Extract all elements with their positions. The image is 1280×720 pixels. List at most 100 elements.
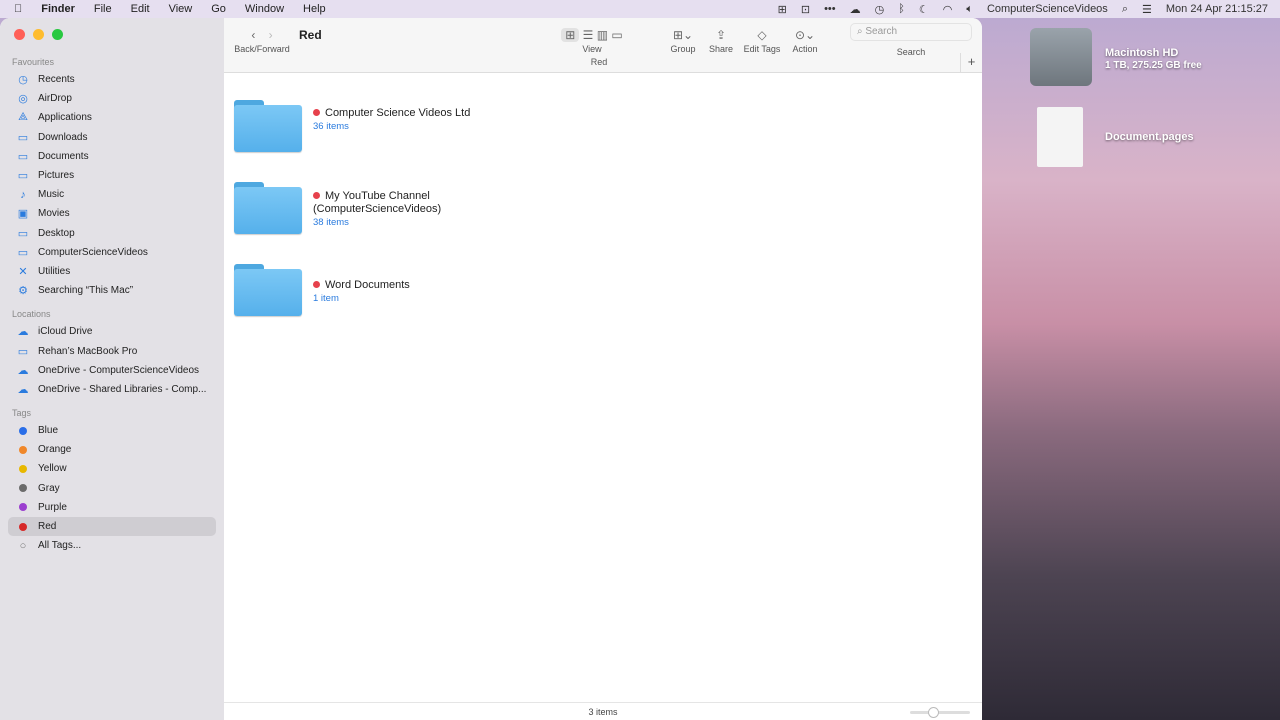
sidebar-item-purple[interactable]: Purple [8, 498, 216, 517]
sidebar-item-label: Recents [38, 74, 75, 86]
menu-edit[interactable]: Edit [131, 3, 150, 15]
sidebar-item-pictures[interactable]: ▭ Pictures [8, 166, 216, 185]
zoom-button[interactable] [52, 29, 63, 40]
red-tag-icon [313, 281, 320, 288]
document-name[interactable]: Document.pages [1105, 131, 1194, 143]
close-button[interactable] [14, 29, 25, 40]
control-center-icon[interactable]: ☰ [1142, 3, 1152, 16]
sidebar-item-music[interactable]: ♪ Music [8, 185, 216, 204]
menu-window[interactable]: Window [245, 3, 284, 15]
sidebar-item-label: Gray [38, 482, 60, 494]
slider-handle[interactable] [928, 707, 939, 718]
folder-name: Word Documents [325, 279, 410, 291]
sidebar-item-all-tags[interactable]: ○ All Tags... [8, 536, 216, 555]
status-bar: 3 items [224, 702, 982, 720]
sidebar-item-recents[interactable]: ◷ Recents [8, 70, 216, 89]
column-view-icon[interactable]: ▥ [597, 28, 608, 42]
clock[interactable]: Mon 24 Apr 21:15:27 [1166, 3, 1268, 15]
airdrop-icon: ◎ [18, 93, 28, 106]
menu-finder[interactable]: Finder [41, 3, 75, 15]
sidebar-item-label: AirDrop [38, 93, 72, 105]
sidebar-item-icloud-drive[interactable]: ☁ iCloud Drive [8, 322, 216, 341]
group-icon: ⊞⌄ [672, 28, 694, 42]
status-icon[interactable]: ⊞ [778, 3, 787, 16]
spotlight-icon[interactable]: ⌕ [1122, 3, 1128, 16]
folder-count: 38 items [313, 217, 349, 228]
tag-dot-icon [19, 426, 27, 435]
disk-name[interactable]: Macintosh HD [1105, 47, 1178, 59]
menu-view[interactable]: View [169, 3, 193, 15]
sidebar-item-label: OneDrive - Shared Libraries - Comp... [38, 383, 207, 395]
apple-menu-icon[interactable]:  [14, 3, 22, 15]
sidebar-item-gray[interactable]: Gray [8, 479, 216, 498]
menu-help[interactable]: Help [303, 3, 326, 15]
sidebar-item-label: Blue [38, 425, 59, 437]
gallery-view-icon[interactable]: ▭ [611, 28, 622, 42]
cloud-icon[interactable]: ☁ [850, 3, 861, 16]
share-button[interactable]: ⇪ Share [706, 22, 736, 54]
sidebar-item-label: Red [38, 521, 57, 533]
bluetooth-icon[interactable]: ᛒ [898, 3, 905, 15]
sidebar-item-applications[interactable]: ⟁ Applications [8, 108, 216, 127]
file-grid: Computer Science Videos Ltd 36 items My Y… [224, 73, 982, 702]
sidebar-item-airdrop[interactable]: ◎ AirDrop [8, 89, 216, 108]
music-icon: ♪ [20, 188, 26, 201]
folder-name: Computer Science Videos Ltd [325, 107, 471, 119]
search-input[interactable]: ⌕ Search [850, 23, 972, 41]
edit-tags-button[interactable]: ◇ Edit Tags [742, 22, 782, 54]
sidebar-item-red[interactable]: Red [8, 516, 216, 537]
folder-count: 1 item [313, 293, 339, 304]
folder-icon [234, 264, 302, 316]
sidebar-item-yellow[interactable]: Yellow [8, 459, 216, 478]
screen-record-icon[interactable]: ⊡ [801, 3, 810, 16]
cloud-icon: ☁ [17, 326, 29, 339]
sidebar-item-orange[interactable]: Orange [8, 440, 216, 459]
laptop-icon: ▭ [17, 345, 29, 358]
add-tab-button[interactable]: + [960, 53, 982, 73]
document-thumbnail-icon[interactable] [1037, 107, 1083, 167]
sidebar-item-searching-this-mac[interactable]: ⚙ Searching “This Mac” [8, 281, 216, 300]
sidebar-item-label: OneDrive - ComputerScienceVideos [38, 364, 200, 376]
hard-disk-icon[interactable] [1030, 28, 1092, 86]
menu-go[interactable]: Go [211, 3, 226, 15]
back-icon[interactable]: ‹ [251, 28, 255, 42]
forward-icon[interactable]: › [269, 28, 273, 42]
icon-size-slider[interactable] [910, 707, 970, 718]
icon-view-icon[interactable]: ⊞ [561, 28, 580, 42]
sidebar-item-movies[interactable]: ▣ Movies [8, 204, 216, 223]
more-icon[interactable]: ••• [824, 3, 836, 15]
clock-icon: ◷ [18, 74, 28, 87]
movies-icon: ▣ [17, 208, 29, 221]
moon-icon[interactable]: ☾ [919, 3, 929, 16]
action-button[interactable]: ⊙⌄ Action [788, 22, 822, 54]
cloud-icon: ☁ [17, 364, 29, 377]
tag-icon: ◇ [757, 28, 767, 42]
folder-icon: ▭ [17, 170, 29, 183]
tags-header: Tags [12, 408, 32, 418]
sidebar-item-onedrive-computersciencevideos[interactable]: ☁ OneDrive - ComputerScienceVideos [8, 361, 216, 380]
sidebar-item-label: Utilities [38, 265, 71, 277]
list-view-icon[interactable]: ☰ [583, 28, 594, 42]
view-label: View [582, 44, 602, 54]
time-machine-icon[interactable]: ◷ [875, 3, 885, 16]
volume-icon[interactable]: 🔈︎ [966, 3, 973, 16]
group-button[interactable]: ⊞⌄ Group [667, 22, 699, 54]
folder-icon: ▭ [17, 246, 29, 259]
minimize-button[interactable] [33, 29, 44, 40]
menu-file[interactable]: File [94, 3, 112, 15]
sidebar-item-utilities[interactable]: ✕ Utilities [8, 262, 216, 281]
sidebar-item-rehan-s-macbook-pro[interactable]: ▭ Rehan’s MacBook Pro [8, 341, 216, 360]
sidebar-item-label: iCloud Drive [38, 326, 93, 338]
sidebar-item-blue[interactable]: Blue [8, 421, 216, 440]
sidebar-item-computersciencevideos[interactable]: ▭ ComputerScienceVideos [8, 243, 216, 262]
sidebar-item-desktop[interactable]: ▭ Desktop [8, 224, 216, 243]
sidebar-item-label: Desktop [38, 227, 75, 239]
user-name[interactable]: ComputerScienceVideos [987, 3, 1108, 15]
tag-dot-icon [19, 484, 27, 493]
sidebar-item-downloads[interactable]: ▭ Downloads [8, 128, 216, 147]
sidebar-item-documents[interactable]: ▭ Documents [8, 147, 216, 166]
wifi-icon[interactable]: ◠ [943, 3, 953, 16]
sidebar-item-label: Movies [38, 208, 70, 220]
red-tag-icon [313, 192, 320, 199]
sidebar-item-onedrive-shared-libraries-comp[interactable]: ☁ OneDrive - Shared Libraries - Comp... [8, 380, 216, 399]
